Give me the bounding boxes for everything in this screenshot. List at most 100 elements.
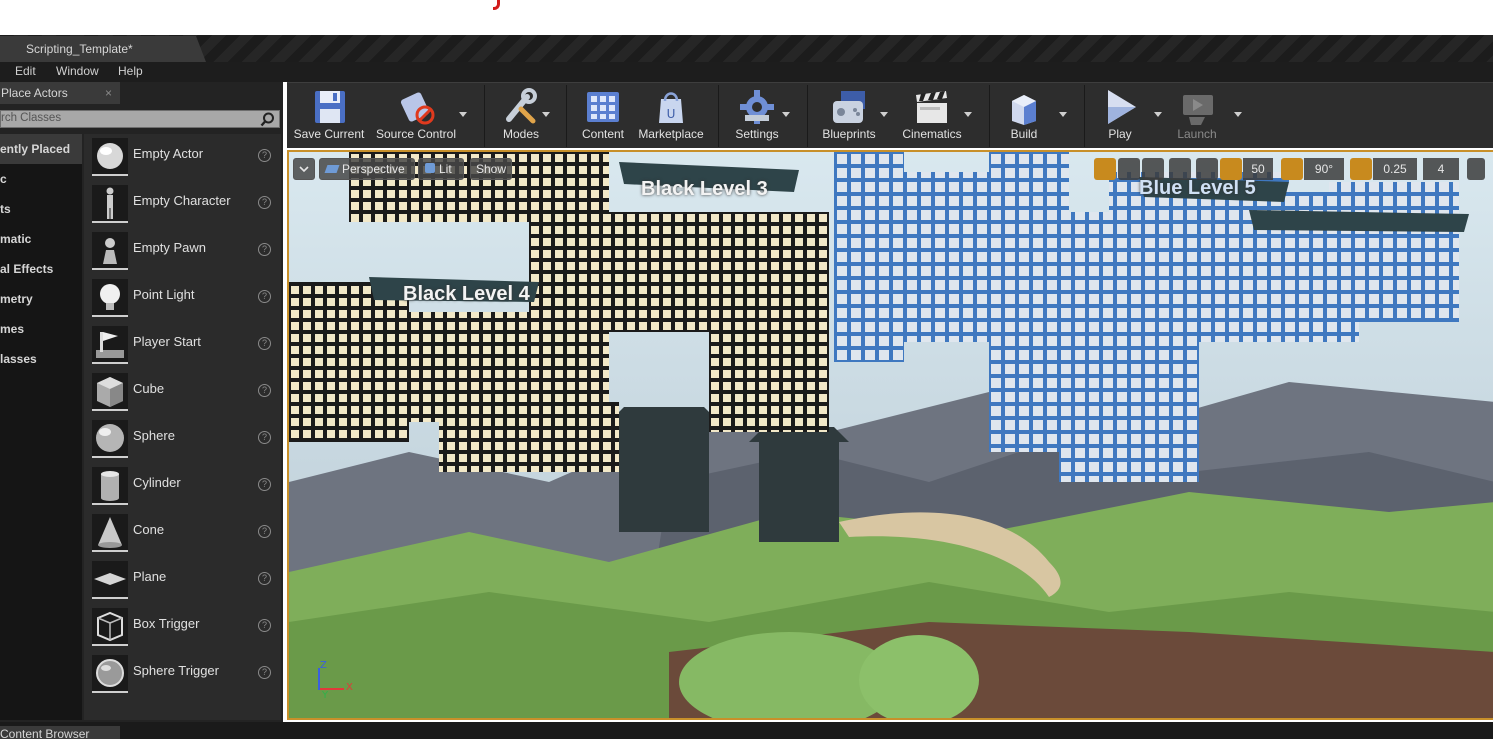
settings-label: Settings [735,127,779,141]
actor-item[interactable]: Box Trigger? [84,604,281,651]
search-icon [260,112,274,127]
player-start-icon [92,326,128,364]
z-axis-label: Z [320,660,327,671]
play-dropdown[interactable] [1154,112,1162,117]
actor-item-label: Player Start [133,334,201,349]
document-tab[interactable]: Scripting_Template* [0,36,206,62]
content-browser-tab[interactable]: Content Browser [0,726,120,739]
search-placeholder: rch Classes [1,112,62,124]
content-button[interactable]: Content [577,87,629,145]
rotate-tool-icon[interactable] [1118,158,1140,180]
play-button[interactable]: Play [1095,87,1145,145]
scene-render [289,152,1493,718]
build-icon [1012,95,1036,125]
menu-edit[interactable]: Edit [15,64,36,78]
actor-item[interactable]: Cylinder? [84,463,281,510]
cone-icon [92,514,128,552]
category-lights[interactable]: ts [0,194,82,224]
help-icon[interactable]: ? [258,478,271,491]
actor-item-label: Cube [133,381,165,396]
actor-item[interactable]: Cone? [84,510,281,557]
actor-item[interactable]: Cube? [84,369,281,416]
lit-label: Lit [439,162,452,176]
rotation-snap-icon[interactable] [1281,158,1303,180]
source-control-label: Source Control [375,127,457,141]
launch-icon [1183,95,1213,125]
modes-button[interactable]: Modes [497,87,545,145]
actor-item[interactable]: Player Start? [84,322,281,369]
menu-window[interactable]: Window [56,64,99,78]
scale-tool-icon[interactable] [1142,158,1164,180]
perspective-label: Perspective [342,162,405,176]
actor-item[interactable]: Sphere Trigger? [84,651,281,698]
help-icon[interactable]: ? [258,525,271,538]
help-icon[interactable]: ? [258,149,271,162]
level-label-black-3: Black Level 3 [641,178,768,200]
menu-help[interactable]: Help [118,64,143,78]
help-icon[interactable]: ? [258,431,271,444]
actor-item[interactable]: Plane? [84,557,281,604]
blueprints-dropdown[interactable] [880,112,888,117]
help-icon[interactable]: ? [258,290,271,303]
surface-snap-icon[interactable] [1196,158,1218,180]
actor-item[interactable]: Sphere? [84,416,281,463]
world-space-icon[interactable] [1169,158,1191,180]
cinematics-dropdown[interactable] [964,112,972,117]
help-icon[interactable]: ? [258,666,271,679]
translate-tool-icon[interactable] [1094,158,1116,180]
blueprints-icon [833,91,865,123]
scale-snap-value[interactable]: 0.25 [1373,158,1417,180]
help-icon[interactable]: ? [258,619,271,632]
level-viewport[interactable]: Black Level 3 Black Level 4 Blue Level 5… [287,150,1493,720]
x-axis-label: X [346,682,353,693]
category-all-classes[interactable]: lasses [0,344,82,374]
source-control-dropdown[interactable] [459,112,467,117]
camera-speed-value[interactable]: 4 [1423,158,1459,180]
modes-dropdown[interactable] [542,112,550,117]
settings-button[interactable]: Settings [729,87,785,145]
help-icon[interactable]: ? [258,384,271,397]
sphere-trigger-icon [92,655,128,693]
show-button[interactable]: Show [470,158,512,180]
scale-snap-icon[interactable] [1350,158,1372,180]
category-recently-placed[interactable]: ently Placed [0,134,82,164]
launch-button[interactable]: Launch [1171,87,1223,145]
toolbar-separator [484,85,485,147]
actor-item[interactable]: Empty Actor? [84,134,281,181]
perspective-button[interactable]: Perspective [319,158,415,180]
build-dropdown[interactable] [1059,112,1067,117]
cinematics-button[interactable]: Cinematics [899,87,965,145]
blueprints-button[interactable]: Blueprints [817,87,881,145]
place-actors-tab[interactable]: Place Actors × [0,82,120,104]
save-current-button[interactable]: Save Current [292,87,366,145]
settings-dropdown[interactable] [782,112,790,117]
actor-item[interactable]: Point Light? [84,275,281,322]
actor-item-label: Sphere [133,428,175,443]
category-visual-effects[interactable]: al Effects [0,254,82,284]
close-icon[interactable]: × [105,82,112,104]
grid-snap-value[interactable]: 50 [1243,158,1273,180]
help-icon[interactable]: ? [258,196,271,209]
help-icon[interactable]: ? [258,337,271,350]
help-icon[interactable]: ? [258,243,271,256]
source-control-button[interactable]: Source Control [375,87,457,145]
category-geometry[interactable]: metry [0,284,82,314]
category-volumes[interactable]: mes [0,314,82,344]
help-icon[interactable]: ? [258,572,271,585]
category-basic[interactable]: c [0,164,82,194]
build-button[interactable]: Build [999,87,1049,145]
viewport-options-button[interactable] [293,158,315,180]
launch-dropdown[interactable] [1234,112,1242,117]
grid-snap-icon[interactable] [1220,158,1242,180]
lit-button[interactable]: Lit [418,158,464,180]
actor-item[interactable]: Empty Character? [84,181,281,228]
search-input[interactable]: rch Classes [0,110,280,128]
category-cinematic[interactable]: matic [0,224,82,254]
marketplace-button[interactable]: U Marketplace [637,87,705,145]
rotation-snap-value[interactable]: 90° [1304,158,1344,180]
actor-item[interactable]: Empty Pawn? [84,228,281,275]
place-actors-tab-label: Place Actors [1,86,68,100]
maximize-viewport-icon[interactable] [1467,158,1485,180]
menu-bar: Edit Window Help [0,62,1493,82]
y-axis-label: Y [322,690,329,701]
